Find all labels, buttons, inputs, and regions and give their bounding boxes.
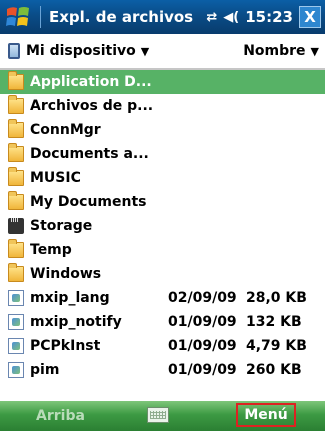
file-icon — [8, 290, 24, 306]
list-item[interactable]: My Documents — [0, 190, 325, 214]
folder-icon — [8, 239, 24, 258]
file-size: 4,79 KB — [246, 338, 307, 354]
file-date: 01/09/09 — [168, 338, 237, 354]
list-item[interactable]: mxip_notify 01/09/09 132 KB — [0, 310, 325, 334]
clock[interactable]: 15:23 — [245, 8, 293, 26]
file-name: mxip_lang — [30, 290, 110, 306]
folder-icon — [8, 95, 24, 114]
folder-icon — [8, 71, 24, 90]
sort-dropdown[interactable]: Nombre ▼ — [243, 43, 319, 59]
header-row: Mi dispositivo ▼ Nombre ▼ — [0, 34, 325, 70]
file-name: Documents a... — [30, 146, 149, 162]
chevron-down-icon[interactable]: ▼ — [141, 45, 149, 58]
list-item[interactable]: Archivos de p... — [0, 94, 325, 118]
file-size: 132 KB — [246, 314, 302, 330]
windows-start-icon[interactable] — [4, 3, 34, 31]
list-item[interactable]: MUSIC — [0, 166, 325, 190]
list-item[interactable]: pim 01/09/09 260 KB — [0, 358, 325, 382]
list-item[interactable]: mxip_lang 02/09/09 28,0 KB — [0, 286, 325, 310]
file-list: Application D... Archivos de p... ConnMgr D… — [0, 70, 325, 382]
title-bar: Expl. de archivos ⇄ ◀( 15:23 X — [0, 0, 325, 34]
file-name: pim — [30, 362, 60, 378]
chevron-down-icon: ▼ — [310, 45, 319, 58]
list-item[interactable]: Storage — [0, 214, 325, 238]
list-item[interactable]: Documents a... — [0, 142, 325, 166]
list-item[interactable]: Application D... — [0, 70, 325, 94]
status-area: ⇄ ◀( 15:23 X — [206, 6, 321, 28]
folder-icon — [8, 119, 24, 138]
folder-icon — [8, 191, 24, 210]
file-name: My Documents — [30, 194, 147, 210]
file-date: 01/09/09 — [168, 362, 237, 378]
file-icon — [8, 362, 24, 378]
file-icon — [8, 314, 24, 330]
list-item[interactable]: PCPkInst 01/09/09 4,79 KB — [0, 334, 325, 358]
window-title: Expl. de archivos — [49, 8, 194, 26]
volume-icon[interactable]: ◀( — [223, 10, 239, 25]
sort-label: Nombre — [243, 43, 306, 59]
list-item[interactable]: Windows — [0, 262, 325, 286]
file-name: ConnMgr — [30, 122, 101, 138]
list-item[interactable]: ConnMgr — [0, 118, 325, 142]
connectivity-icon[interactable]: ⇄ — [206, 10, 217, 25]
file-name: Temp — [30, 242, 72, 258]
softkey-right[interactable]: Menú — [236, 403, 296, 427]
folder-icon — [8, 167, 24, 186]
file-date: 02/09/09 — [168, 290, 237, 306]
file-name: Application D... — [30, 74, 152, 90]
file-name: MUSIC — [30, 170, 81, 186]
file-name: Storage — [30, 218, 93, 234]
file-icon — [8, 338, 24, 354]
file-name: Windows — [30, 266, 102, 282]
file-date: 01/09/09 — [168, 314, 237, 330]
file-name: mxip_notify — [30, 314, 122, 330]
softkey-right-label: Menú — [244, 407, 288, 423]
folder-icon — [8, 143, 24, 162]
location-dropdown[interactable]: Mi dispositivo — [26, 43, 136, 59]
file-name: PCPkInst — [30, 338, 101, 354]
softkey-left[interactable]: Arriba — [36, 408, 85, 424]
file-size: 260 KB — [246, 362, 302, 378]
storage-card-icon — [8, 218, 24, 234]
file-name: Archivos de p... — [30, 98, 154, 114]
list-item[interactable]: Temp — [0, 238, 325, 262]
softkey-bar: Arriba Menú — [0, 401, 325, 431]
device-icon — [8, 43, 20, 59]
title-separator — [40, 6, 41, 28]
folder-icon — [8, 263, 24, 282]
close-button[interactable]: X — [299, 6, 321, 28]
file-size: 28,0 KB — [246, 290, 307, 306]
keyboard-icon[interactable] — [147, 407, 169, 423]
